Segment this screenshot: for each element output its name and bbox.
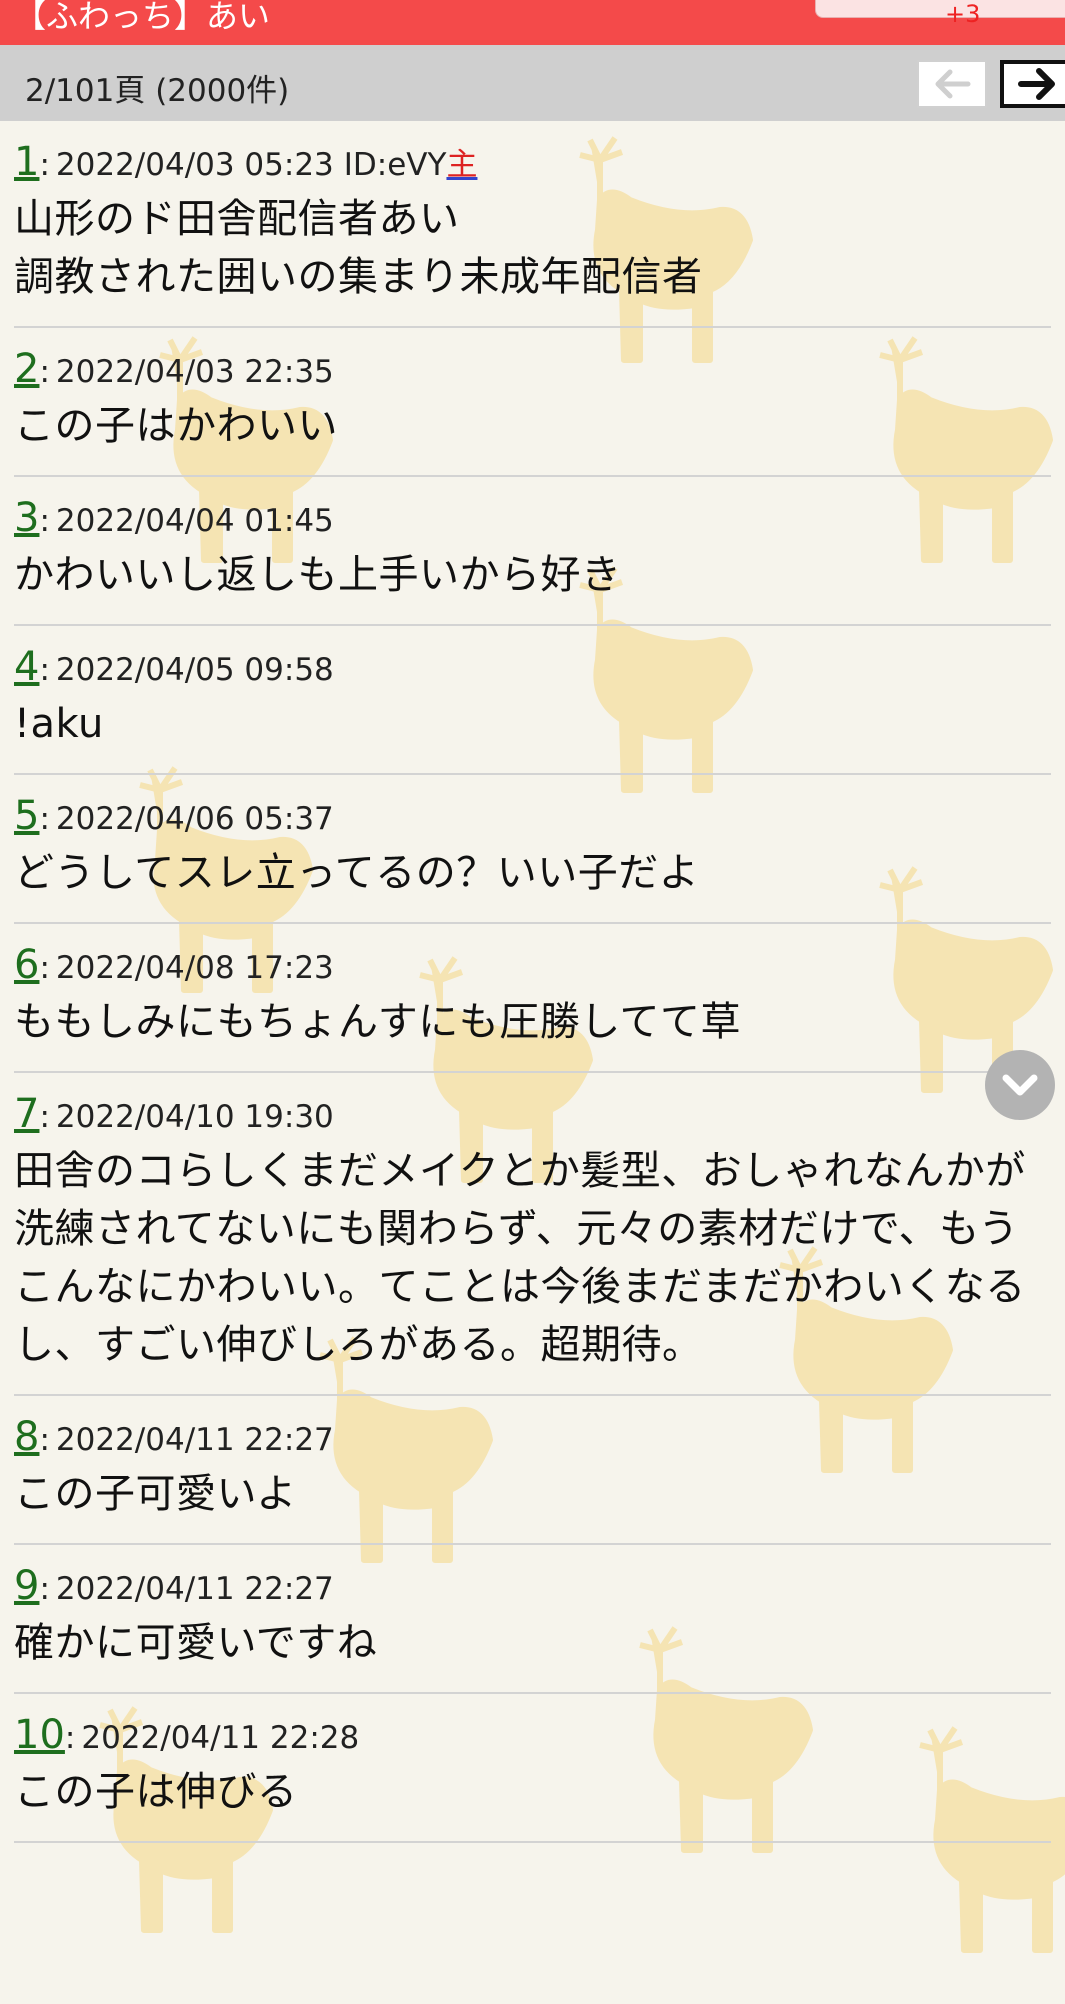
post-body: 山形のド田舎配信者あい 調教された囲いの集まり未成年配信者 (14, 196, 703, 300)
post-body: この子は伸びる (14, 1769, 298, 1815)
post-item: 10: 2022/04/11 22:28 この子は伸びる (14, 1694, 1051, 1843)
previous-page-button[interactable] (917, 60, 987, 108)
post-item: 8: 2022/04/11 22:27 この子可愛いよ (14, 1396, 1051, 1545)
post-header: 8: 2022/04/11 22:27 (14, 1416, 1051, 1461)
post-body: この子はかわいい (14, 403, 338, 449)
post-item: 6: 2022/04/08 17:23 ももしみにもちょんすにも圧勝してて草 (14, 924, 1051, 1073)
post-number-link[interactable]: 3 (14, 495, 39, 541)
post-header: 3: 2022/04/04 01:45 (14, 497, 1051, 542)
post-id: ID:eVY (343, 147, 447, 183)
post-number-link[interactable]: 9 (14, 1563, 39, 1609)
post-date: 2022/04/05 09:58 (55, 652, 334, 688)
post-number-separator: : (39, 652, 50, 688)
post-date: 2022/04/11 22:28 (81, 1720, 360, 1756)
post-body: かわいいし返しも上手いから好き (14, 552, 622, 598)
op-marker-link[interactable]: 主 (446, 147, 477, 183)
post-number-separator: : (39, 1422, 50, 1458)
post-date: 2022/04/10 19:30 (55, 1099, 334, 1135)
post-header: 6: 2022/04/08 17:23 (14, 944, 1051, 989)
post-header: 2: 2022/04/03 22:35 (14, 348, 1051, 393)
post-number-separator: : (39, 147, 50, 183)
post-date: 2022/04/08 17:23 (55, 950, 334, 986)
post-body: 田舎のコらしくまだメイクとか髪型、おしゃれなんかが洗練されてないにも関わらず、元… (14, 1148, 1026, 1368)
arrow-left-icon (935, 69, 971, 99)
post-body: 確かに可愛いですね (14, 1620, 378, 1666)
post-number-link[interactable]: 10 (14, 1712, 65, 1758)
new-posts-badge[interactable] (815, 0, 1065, 18)
post-date: 2022/04/11 22:27 (55, 1422, 334, 1458)
post-list: 1: 2022/04/03 05:23 ID:eVY主 山形のド田舎配信者あい 調教さ… (0, 121, 1065, 1843)
post-number-separator: : (39, 503, 50, 539)
post-body: どうしてスレ立ってるの？いい子だよ (14, 850, 700, 896)
post-number-separator: : (39, 1099, 50, 1135)
post-number-link[interactable]: 5 (14, 793, 39, 839)
post-number-link[interactable]: 6 (14, 942, 39, 988)
new-posts-count: +3 (945, 0, 981, 28)
post-date: 2022/04/03 22:35 (55, 354, 334, 390)
post-body: ももしみにもちょんすにも圧勝してて草 (14, 999, 741, 1045)
post-item: 9: 2022/04/11 22:27 確かに可愛いですね (14, 1545, 1051, 1694)
post-number-separator: : (39, 950, 50, 986)
thread-title-bar: 【ふわっち】あい +3 (0, 0, 1065, 45)
post-header: 5: 2022/04/06 05:37 (14, 795, 1051, 840)
post-number-separator: : (39, 1571, 50, 1607)
post-body: !aku (14, 701, 104, 747)
post-header: 4: 2022/04/05 09:58 (14, 646, 1051, 691)
post-number-link[interactable]: 1 (14, 139, 39, 185)
post-number-link[interactable]: 7 (14, 1091, 39, 1137)
post-item: 3: 2022/04/04 01:45 かわいいし返しも上手いから好き (14, 477, 1051, 626)
page-info: 2/101頁 (2000件) (25, 73, 290, 109)
post-number-separator: : (39, 801, 50, 837)
post-item: 5: 2022/04/06 05:37 どうしてスレ立ってるの？いい子だよ (14, 775, 1051, 924)
scroll-down-button[interactable] (985, 1050, 1055, 1120)
post-item: 2: 2022/04/03 22:35 この子はかわいい (14, 328, 1051, 477)
next-page-button[interactable] (1000, 60, 1065, 108)
post-item: 7: 2022/04/10 19:30 田舎のコらしくまだメイクとか髪型、おしゃれな… (14, 1073, 1051, 1396)
post-number-separator: : (39, 354, 50, 390)
post-date: 2022/04/03 05:23 (55, 147, 334, 183)
post-date: 2022/04/04 01:45 (55, 503, 334, 539)
post-header: 1: 2022/04/03 05:23 ID:eVY主 (14, 141, 1051, 186)
post-number-link[interactable]: 2 (14, 346, 39, 392)
post-header: 7: 2022/04/10 19:30 (14, 1093, 1051, 1138)
thread-title: 【ふわっち】あい (14, 0, 271, 35)
post-number-separator: : (64, 1720, 76, 1756)
pager-bar: 2/101頁 (2000件) (0, 45, 1065, 121)
post-number-link[interactable]: 4 (14, 644, 39, 690)
post-header: 10: 2022/04/11 22:28 (14, 1714, 1051, 1759)
post-item: 1: 2022/04/03 05:23 ID:eVY主山形のド田舎配信者あい 調教さ… (14, 121, 1051, 328)
post-item: 4: 2022/04/05 09:58 !aku (14, 626, 1051, 775)
arrow-right-icon (1018, 68, 1055, 100)
post-date: 2022/04/11 22:27 (55, 1571, 334, 1607)
post-date: 2022/04/06 05:37 (55, 801, 334, 837)
post-header: 9: 2022/04/11 22:27 (14, 1565, 1051, 1610)
chevron-down-icon (1002, 1074, 1038, 1096)
post-number-link[interactable]: 8 (14, 1414, 39, 1460)
post-body: この子可愛いよ (14, 1471, 297, 1517)
